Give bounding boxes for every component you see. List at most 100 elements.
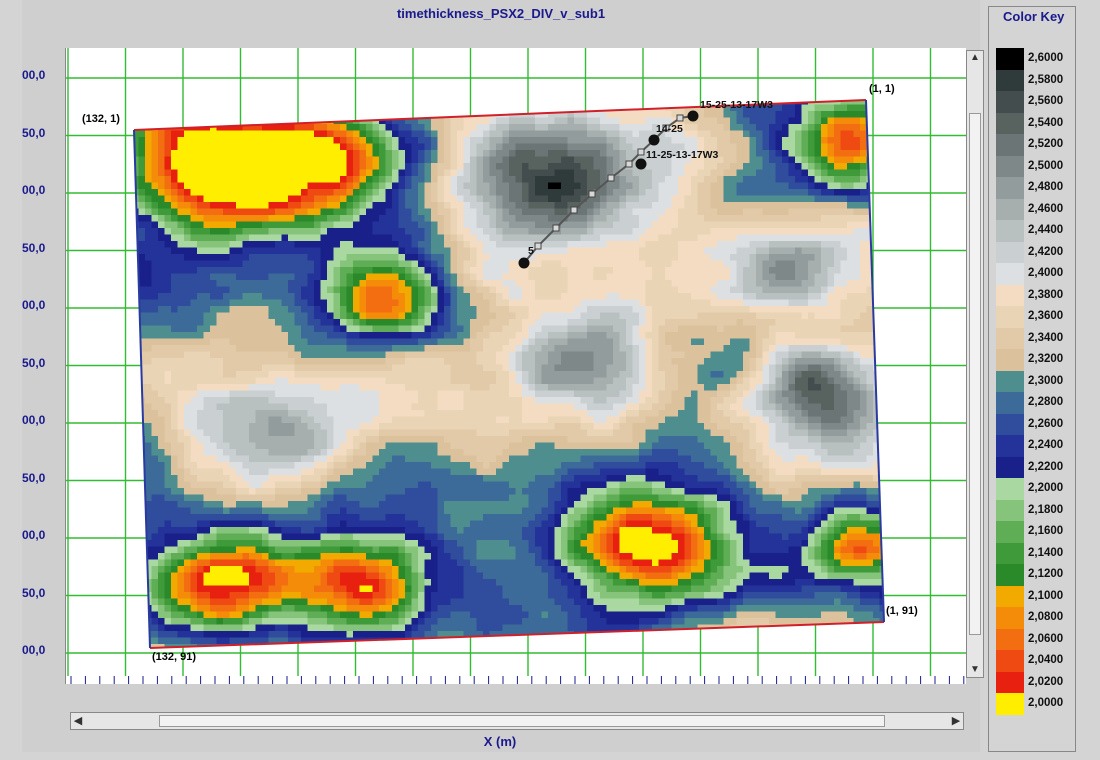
map-cell	[288, 137, 296, 145]
map-cell	[795, 111, 803, 119]
map-cell	[827, 273, 835, 281]
map-cell	[652, 280, 660, 288]
map-cell	[307, 150, 315, 158]
map-cell	[411, 247, 419, 255]
map-cell	[821, 208, 829, 216]
map-cell	[645, 358, 653, 366]
map-cell	[808, 137, 816, 145]
map-cell	[431, 338, 439, 346]
map-cell	[411, 358, 419, 366]
map-cell	[463, 104, 471, 112]
map-cell	[444, 234, 452, 242]
map-cell	[788, 228, 796, 236]
map-cell	[580, 150, 588, 158]
map-cell	[509, 338, 517, 346]
map-cell	[827, 189, 835, 197]
map-cell	[314, 280, 322, 288]
map-cell	[652, 260, 660, 268]
map-cell	[515, 182, 523, 190]
map-cell	[171, 195, 179, 203]
map-cell	[782, 319, 790, 327]
map-cell	[314, 111, 322, 119]
map-cell	[314, 345, 322, 353]
map-cell	[509, 208, 517, 216]
map-cell	[561, 228, 569, 236]
map-cell	[190, 195, 198, 203]
map-cell	[483, 208, 491, 216]
map-cell	[177, 273, 185, 281]
map-cell	[424, 358, 432, 366]
map-cell	[645, 351, 653, 359]
map-cell	[294, 176, 302, 184]
map-cell	[288, 280, 296, 288]
map-cell	[444, 189, 452, 197]
map-cell	[808, 345, 816, 353]
map-cell	[489, 228, 497, 236]
map-cell	[827, 254, 835, 262]
map-cell	[730, 286, 738, 294]
map-cell	[827, 358, 835, 366]
map-cell	[658, 137, 666, 145]
map-cell	[223, 124, 231, 132]
map-cell	[775, 150, 783, 158]
map-cell	[158, 254, 166, 262]
map-cell	[398, 286, 406, 294]
map-cell	[405, 286, 413, 294]
map-cell	[684, 293, 692, 301]
map-cell	[535, 100, 543, 106]
map-cell	[177, 202, 185, 210]
map-cell	[736, 182, 744, 190]
map-cell	[554, 351, 562, 359]
map-cell	[814, 156, 822, 164]
map-cell	[164, 351, 172, 359]
map-cell	[645, 163, 653, 171]
map-cell	[327, 319, 335, 327]
map-cell	[606, 163, 614, 171]
map-cell	[853, 286, 861, 294]
map-cell	[561, 124, 569, 132]
map-cell	[307, 195, 315, 203]
map-cell	[782, 286, 790, 294]
map-cell	[411, 143, 419, 151]
map-cell	[769, 254, 777, 262]
plot-area[interactable]: (132, 1) (1, 1) (1, 91) (132, 91) 15-25-13-1…	[65, 48, 966, 684]
map-cell	[509, 299, 517, 307]
map-cell	[424, 156, 432, 164]
map-cell	[801, 215, 809, 223]
map-cell	[743, 312, 751, 320]
map-cell	[177, 306, 185, 314]
map-cell	[567, 117, 575, 125]
map-cell	[756, 293, 764, 301]
map-cell	[190, 117, 198, 125]
map-cell	[873, 260, 881, 268]
map-cell	[288, 364, 296, 372]
map-cell	[600, 111, 608, 119]
map-cell	[801, 163, 809, 171]
map-cell	[151, 312, 159, 320]
map-cell	[528, 332, 536, 340]
map-cell	[827, 351, 835, 359]
map-cell	[665, 228, 673, 236]
map-cell	[483, 100, 491, 106]
map-cell	[645, 221, 653, 229]
map-cell	[450, 169, 458, 177]
map-cell	[879, 241, 884, 249]
map-cell	[346, 241, 354, 249]
map-cell	[613, 312, 621, 320]
map-cell	[223, 195, 231, 203]
map-cell	[600, 260, 608, 268]
map-cell	[450, 286, 458, 294]
map-cell	[658, 234, 666, 242]
map-cell	[704, 247, 712, 255]
map-cell	[223, 358, 231, 366]
map-cell	[294, 358, 302, 366]
map-cell	[255, 137, 263, 145]
map-cell	[730, 150, 738, 158]
map-cell	[795, 254, 803, 262]
map-cell	[288, 100, 296, 106]
map-cell	[561, 332, 569, 340]
map-cell	[262, 267, 270, 275]
map-cell	[535, 273, 543, 281]
map-cell	[639, 228, 647, 236]
map-cell	[743, 306, 751, 314]
